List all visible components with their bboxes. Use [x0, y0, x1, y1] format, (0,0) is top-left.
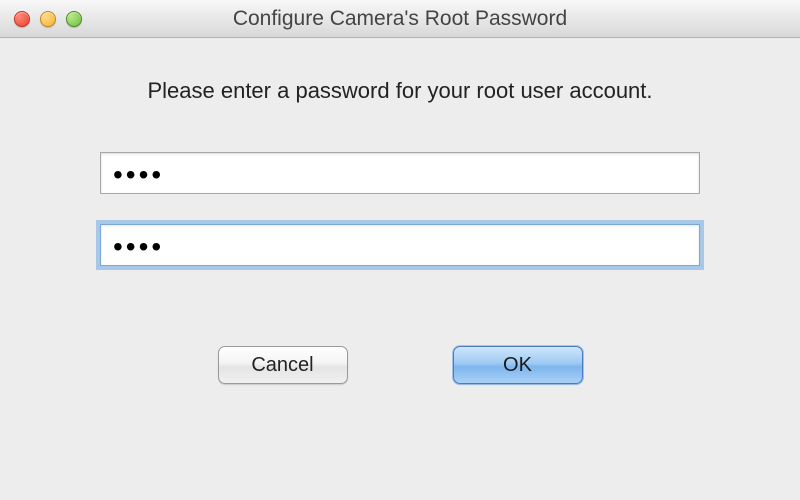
password-row: [100, 152, 700, 194]
confirm-password-row: [100, 224, 700, 266]
cancel-button[interactable]: Cancel: [218, 346, 348, 384]
confirm-password-input[interactable]: [100, 224, 700, 266]
instruction-text: Please enter a password for your root us…: [100, 78, 700, 104]
ok-button[interactable]: OK: [453, 346, 583, 384]
titlebar: Configure Camera's Root Password: [0, 0, 800, 38]
close-icon[interactable]: [14, 11, 30, 27]
password-input[interactable]: [100, 152, 700, 194]
window-title: Configure Camera's Root Password: [0, 7, 800, 31]
zoom-icon[interactable]: [66, 11, 82, 27]
button-row: Cancel OK: [100, 346, 700, 384]
minimize-icon[interactable]: [40, 11, 56, 27]
window-controls: [14, 11, 82, 27]
dialog-content: Please enter a password for your root us…: [0, 38, 800, 414]
